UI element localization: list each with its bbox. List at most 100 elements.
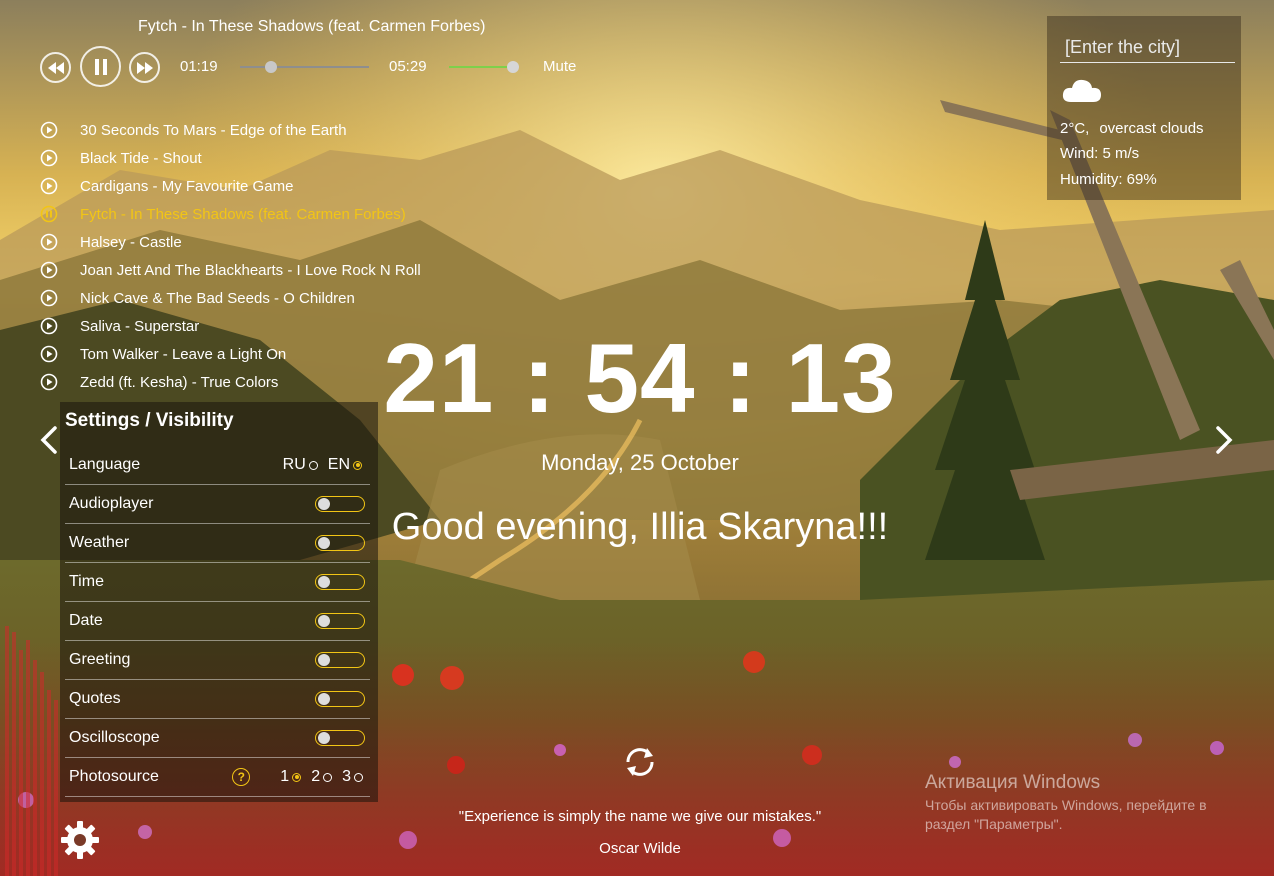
playlist-item[interactable]: Nick Cave & The Bad Seeds - O Children xyxy=(40,284,421,312)
next-background-button[interactable] xyxy=(1212,424,1236,456)
previous-track-button[interactable] xyxy=(40,52,71,83)
temperature: 2°C, xyxy=(1060,120,1090,137)
playlist-item-title: Tom Walker - Leave a Light On xyxy=(80,345,287,363)
photosource-option[interactable]: 2 xyxy=(311,768,333,786)
setting-row-oscilloscope: Oscilloscope xyxy=(65,719,370,758)
previous-background-button[interactable] xyxy=(37,424,61,456)
photosource-option-label: 2 xyxy=(311,768,321,785)
volume-slider[interactable] xyxy=(449,61,519,73)
playlist-item[interactable]: 30 Seconds To Mars - Edge of the Earth xyxy=(40,116,421,144)
volume-fill xyxy=(449,66,513,68)
date: Monday, 25 October xyxy=(541,450,739,475)
humidity: Humidity: 69% xyxy=(1060,171,1157,188)
play-icon[interactable] xyxy=(40,261,58,279)
settings-list: Language RU EN Audioplayer Weather Time Date… xyxy=(65,446,370,797)
toggle-switch[interactable] xyxy=(315,730,365,746)
radio-button[interactable] xyxy=(353,460,362,470)
next-track-button[interactable] xyxy=(129,52,160,83)
language-label: Language xyxy=(69,456,141,473)
chevron-left-icon xyxy=(40,426,57,454)
quote-author: Oscar Wilde xyxy=(599,840,681,857)
rewind-icon xyxy=(47,61,64,74)
setting-label: Quotes xyxy=(69,690,121,707)
pause-button[interactable] xyxy=(80,46,121,87)
visibility-toggles: Audioplayer Weather Time Date Greeting Quotes… xyxy=(65,485,370,758)
play-icon[interactable] xyxy=(40,317,58,335)
setting-row-date: Date xyxy=(65,602,370,641)
photosource-label: Photosource xyxy=(69,768,159,785)
current-time: 01:19 xyxy=(180,58,218,75)
radio-button[interactable] xyxy=(308,460,318,470)
cloud-icon xyxy=(1062,79,1101,102)
playlist-item[interactable]: Cardigans - My Favourite Game xyxy=(40,172,421,200)
weather-description: overcast clouds xyxy=(1099,120,1204,137)
toggle-switch[interactable] xyxy=(315,652,365,668)
help-icon[interactable]: ? xyxy=(232,768,251,786)
toggle-switch[interactable] xyxy=(315,496,365,512)
radio-button[interactable] xyxy=(292,772,302,782)
play-icon[interactable] xyxy=(40,121,58,139)
photosource-option[interactable]: 3 xyxy=(342,768,363,786)
watermark-title: Активация Windows xyxy=(925,772,1101,793)
setting-row-greeting: Greeting xyxy=(65,641,370,680)
playlist-item[interactable]: Black Tide - Shout xyxy=(40,144,421,172)
playlist-item-title: Cardigans - My Favourite Game xyxy=(80,177,294,195)
refresh-quote-button[interactable] xyxy=(622,744,658,780)
setting-label: Weather xyxy=(69,534,130,551)
setting-row-quotes: Quotes xyxy=(65,680,370,719)
language-option-label: RU xyxy=(282,456,306,473)
radio-button[interactable] xyxy=(323,772,333,782)
track-duration: 05:29 xyxy=(389,58,427,75)
progress-slider[interactable] xyxy=(240,61,369,73)
now-playing-title: Fytch - In These Shadows (feat. Carmen F… xyxy=(138,18,486,35)
pause-icon[interactable] xyxy=(40,205,58,223)
setting-label: Oscilloscope xyxy=(69,729,160,746)
play-icon[interactable] xyxy=(40,177,58,195)
play-icon[interactable] xyxy=(40,373,58,391)
toggle-switch[interactable] xyxy=(315,691,365,707)
play-icon[interactable] xyxy=(40,233,58,251)
playlist-item-title: Zedd (ft. Kesha) - True Colors xyxy=(80,373,279,391)
play-icon[interactable] xyxy=(40,289,58,307)
language-options: RU EN xyxy=(273,456,362,474)
play-icon[interactable] xyxy=(40,149,58,167)
wind-speed: Wind: 5 m/s xyxy=(1060,145,1140,162)
language-option[interactable]: EN xyxy=(328,456,362,474)
playlist-item-title: 30 Seconds To Mars - Edge of the Earth xyxy=(80,121,347,139)
photosource-radios: 1 2 3 xyxy=(264,768,363,786)
toggle-switch[interactable] xyxy=(315,574,365,590)
weather-widget: 2°C, overcast clouds Wind: 5 m/s Humidity… xyxy=(1047,16,1241,200)
playlist-item[interactable]: Halsey - Castle xyxy=(40,228,421,256)
volume-handle[interactable] xyxy=(507,61,519,73)
settings-button[interactable] xyxy=(60,820,100,860)
setting-label: Greeting xyxy=(69,651,131,668)
mute-button[interactable]: Mute xyxy=(543,58,576,75)
toggle-switch[interactable] xyxy=(315,613,365,629)
refresh-icon xyxy=(626,748,654,776)
photosource-option-label: 3 xyxy=(342,768,351,785)
clock: 21 : 54 : 13 xyxy=(383,323,897,433)
quote-text: "Experience is simply the name we give o… xyxy=(458,808,822,825)
settings-panel: Settings / Visibility Language RU EN Audi… xyxy=(60,402,378,802)
language-option[interactable]: RU xyxy=(283,456,318,474)
language-option-label: EN xyxy=(327,456,350,473)
weather-summary: 2°C, overcast clouds xyxy=(1060,120,1204,137)
playlist-item[interactable]: Fytch - In These Shadows (feat. Carmen F… xyxy=(40,200,421,228)
progress-handle[interactable] xyxy=(264,61,277,73)
gear-icon xyxy=(61,821,99,859)
playlist-item[interactable]: Joan Jett And The Blackhearts - I Love R… xyxy=(40,256,421,284)
playlist-item-title: Saliva - Superstar xyxy=(80,317,200,335)
photosource-option[interactable]: 1 xyxy=(280,768,302,786)
radio-button[interactable] xyxy=(354,772,363,782)
photosource-row: Photosource ? 1 2 3 xyxy=(65,758,370,797)
photosource-options: ? 1 2 3 xyxy=(232,768,363,786)
toggle-switch[interactable] xyxy=(315,535,365,551)
language-row: Language RU EN xyxy=(65,446,370,485)
watermark-subtitle: Чтобы активировать Windows, перейдите в … xyxy=(925,797,1207,832)
play-icon[interactable] xyxy=(40,345,58,363)
windows-activation-watermark: Активация Windows Чтобы активировать Win… xyxy=(925,772,1245,834)
greeting: Good evening, Illia Skaryna!!! xyxy=(391,506,889,548)
progress-track xyxy=(240,66,369,68)
setting-label: Date xyxy=(69,612,103,629)
city-input[interactable] xyxy=(1060,32,1235,63)
